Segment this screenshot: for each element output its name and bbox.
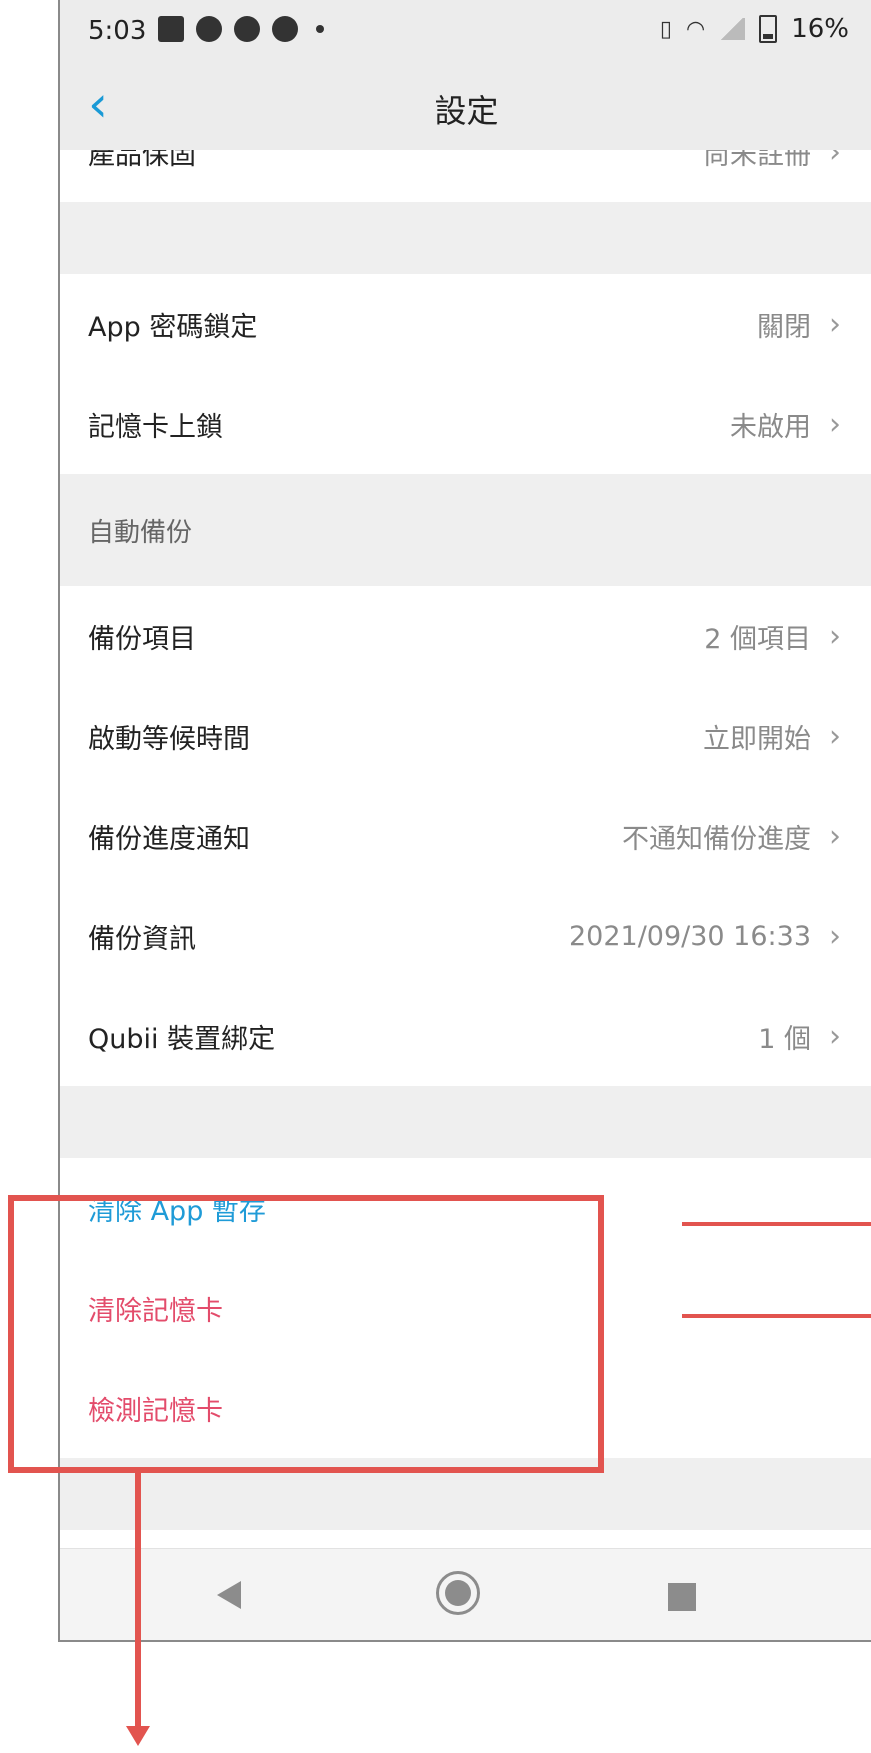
row-value: 2 個項目 bbox=[704, 623, 811, 655]
row-value: 不通知備份進度 bbox=[622, 823, 811, 855]
chevron-right-icon: › bbox=[829, 718, 841, 754]
vibrate-icon: ▯ bbox=[659, 16, 672, 42]
app-notification-icon bbox=[272, 16, 298, 42]
row-value: 1 個 bbox=[758, 1023, 811, 1055]
chevron-right-icon: › bbox=[829, 618, 841, 654]
annotation-pointer-line bbox=[682, 1222, 871, 1226]
clear-memory-card-button[interactable]: 清除記憶卡 bbox=[60, 1258, 871, 1358]
row-label: 備份資訊 bbox=[88, 923, 196, 955]
nav-back-icon[interactable] bbox=[217, 1581, 241, 1609]
chevron-right-icon: › bbox=[829, 818, 841, 854]
clear-app-cache-button[interactable]: 清除 App 暫存 bbox=[60, 1158, 871, 1258]
app-bar: ‹ 設定 bbox=[60, 62, 871, 150]
page-title: 設定 bbox=[434, 92, 499, 130]
row-label: 產品保固 bbox=[88, 150, 196, 171]
nav-recents-icon[interactable] bbox=[668, 1583, 696, 1611]
section-divider bbox=[60, 1086, 871, 1158]
section-divider bbox=[60, 202, 871, 274]
row-label: Qubii 裝置綁定 bbox=[88, 1023, 276, 1055]
annotation-pointer-line bbox=[682, 1314, 871, 1318]
nav-home-icon[interactable] bbox=[436, 1571, 480, 1615]
chevron-right-icon: › bbox=[829, 406, 841, 442]
battery-icon bbox=[759, 15, 778, 43]
partial-row-wrapper: 產品保固 尚未註冊 › bbox=[60, 150, 871, 202]
chevron-right-icon: › bbox=[829, 306, 841, 342]
status-time: 5:03 bbox=[88, 16, 147, 46]
row-value: 關閉 bbox=[757, 311, 811, 343]
row-value: 2021/09/30 16:33 bbox=[568, 920, 811, 952]
row-label: App 密碼鎖定 bbox=[88, 311, 258, 343]
settings-row-backup-info[interactable]: 備份資訊 2021/09/30 16:33 › bbox=[60, 886, 871, 986]
settings-list: 產品保固 尚未註冊 › App 密碼鎖定 關閉 › 記憶卡上鎖 未啟用 › 自動備份 … bbox=[60, 150, 871, 1530]
chevron-right-icon: › bbox=[829, 150, 841, 170]
image-notification-icon bbox=[158, 16, 184, 42]
chevron-right-icon: › bbox=[829, 1018, 841, 1054]
status-right: ▯ ◠ 16% bbox=[660, 14, 849, 44]
row-value: 未啟用 bbox=[730, 411, 811, 443]
settings-row-start-delay[interactable]: 啟動等候時間 立即開始 › bbox=[60, 686, 871, 786]
signal-icon bbox=[719, 18, 746, 40]
settings-row-card-lock[interactable]: 記憶卡上鎖 未啟用 › bbox=[60, 374, 871, 474]
more-notifications-icon bbox=[316, 25, 324, 33]
chevron-right-icon: › bbox=[829, 918, 841, 954]
row-label: 啟動等候時間 bbox=[88, 723, 250, 755]
row-value: 尚未註冊 bbox=[703, 150, 811, 171]
facebook-icon bbox=[234, 16, 260, 42]
row-value: 立即開始 bbox=[703, 723, 811, 755]
status-bar: 5:03 ▯ ◠ 16% bbox=[60, 0, 871, 62]
section-divider bbox=[60, 1458, 871, 1530]
check-memory-card-button[interactable]: 檢測記憶卡 bbox=[60, 1358, 871, 1458]
settings-row-backup-items[interactable]: 備份項目 2 個項目 › bbox=[60, 586, 871, 686]
settings-row-progress-notify[interactable]: 備份進度通知 不通知備份進度 › bbox=[60, 786, 871, 886]
settings-row-device-binding[interactable]: Qubii 裝置綁定 1 個 › bbox=[60, 986, 871, 1086]
annotation-arrow-down-icon bbox=[126, 1726, 150, 1746]
facebook-icon bbox=[196, 16, 222, 42]
battery-level: 16% bbox=[791, 14, 849, 44]
phone-screen: 5:03 ▯ ◠ 16% ‹ 設定 產品保固 尚未註冊 › App 密碼鎖定 關… bbox=[58, 0, 871, 1642]
settings-row-warranty[interactable]: 產品保固 尚未註冊 › bbox=[60, 150, 871, 202]
row-label: 備份進度通知 bbox=[88, 823, 250, 855]
system-nav-bar bbox=[60, 1548, 871, 1640]
section-header-auto-backup: 自動備份 bbox=[60, 474, 871, 586]
notification-icons bbox=[158, 16, 324, 42]
wifi-icon: ◠ bbox=[686, 16, 706, 42]
settings-row-app-lock[interactable]: App 密碼鎖定 關閉 › bbox=[60, 274, 871, 374]
annotation-arrow-shaft bbox=[135, 1473, 141, 1729]
row-label: 記憶卡上鎖 bbox=[88, 411, 223, 443]
row-label: 備份項目 bbox=[88, 623, 196, 655]
